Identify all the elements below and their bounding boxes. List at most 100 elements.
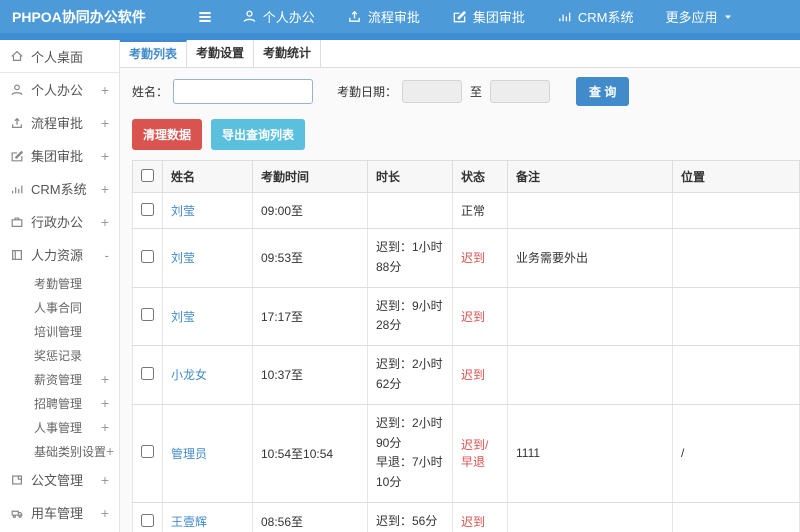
chart-icon xyxy=(12,185,23,193)
note-cell xyxy=(507,501,673,532)
note-cell xyxy=(507,345,673,405)
employee-name-link[interactable]: 刘莹 xyxy=(171,204,195,218)
sidebar-item-label: 个人办公 xyxy=(31,83,84,98)
status-cell: 迟到 xyxy=(452,345,508,405)
top-header: PHPOA协同办公软件 个人办公 流程审批 集团审批 CRM系统 更多应用 xyxy=(0,0,800,40)
action-buttons: 清理数据 导出查询列表 xyxy=(120,115,800,160)
expand-toggle[interactable]: + xyxy=(101,82,109,98)
note-cell xyxy=(507,286,673,347)
expand-toggle[interactable]: + xyxy=(101,472,109,488)
sidebar-item-label: 人力资源 xyxy=(31,248,84,263)
share-icon xyxy=(348,10,360,22)
row-checkbox[interactable] xyxy=(141,366,154,380)
search-button[interactable]: 查 询 xyxy=(576,77,630,106)
status-cell: 迟到/早退 xyxy=(452,403,508,503)
status-badge: 迟到 xyxy=(461,515,486,530)
duration-line: 迟到：2小时62分 xyxy=(376,357,443,391)
sidebar-item-personal-office[interactable]: 个人办公 + xyxy=(0,73,119,106)
sidebar-item-label: 培训管理 xyxy=(34,324,83,339)
sidebar-item-personal-desktop[interactable]: 个人桌面 xyxy=(0,40,119,73)
row-checkbox[interactable] xyxy=(141,308,154,322)
duration-cell: 迟到：2小时62分 xyxy=(367,345,453,405)
name-cell: 小龙女 xyxy=(162,345,253,405)
sidebar-item-training-mgmt[interactable]: 培训管理 xyxy=(0,319,119,343)
filter-form: 姓名： 考勤日期： 至 查 询 xyxy=(120,68,800,115)
menu-toggle-button[interactable] xyxy=(196,8,214,26)
sidebar: 个人桌面 个人办公 + 流程审批 + 集团审批 + CRM系统 + 行政办公 + 人力资源 - 考勤管理人… xyxy=(0,40,120,532)
time-cell: 10:37至 xyxy=(252,345,368,405)
expand-toggle[interactable]: + xyxy=(101,505,109,521)
expand-toggle[interactable]: - xyxy=(104,247,109,263)
sidebar-item-personnel-mgmt[interactable]: 人事管理 + xyxy=(0,415,119,439)
topnav-workflow-approval[interactable]: 流程审批 xyxy=(347,7,420,26)
time-cell: 09:53至 xyxy=(252,228,368,288)
topnav-group-approval[interactable]: 集团审批 xyxy=(452,7,525,26)
sidebar-item-human-resources[interactable]: 人力资源 - xyxy=(0,238,119,271)
row-checkbox[interactable] xyxy=(141,513,154,527)
employee-name-link[interactable]: 刘莹 xyxy=(171,251,195,265)
row-checkbox[interactable] xyxy=(141,202,154,216)
edit-icon xyxy=(11,150,24,161)
sidebar-item-attendance-mgmt[interactable]: 考勤管理 xyxy=(0,271,119,295)
top-navigation: 个人办公 流程审批 集团审批 CRM系统 更多应用 xyxy=(242,7,773,26)
date-to-input[interactable] xyxy=(490,80,551,103)
time-cell: 17:17至 xyxy=(252,286,368,347)
topnav-more-apps[interactable]: 更多应用 xyxy=(665,7,740,26)
sidebar-item-vehicle-mgmt[interactable]: 用车管理 + xyxy=(0,496,119,529)
expand-toggle[interactable]: + xyxy=(106,443,114,459)
expand-toggle[interactable]: + xyxy=(101,395,109,411)
column-header: 位置 xyxy=(672,160,800,193)
tab-attendance-setup[interactable]: 考勤设置 xyxy=(187,40,254,67)
location-cell xyxy=(672,345,800,405)
chart-icon xyxy=(559,12,571,22)
expand-toggle[interactable]: + xyxy=(101,214,109,230)
expand-toggle[interactable]: + xyxy=(101,371,109,387)
time-cell: 10:54至10:54 xyxy=(252,403,368,503)
hamburger-icon xyxy=(199,11,211,22)
sidebar-item-salary-mgmt[interactable]: 薪资管理 + xyxy=(0,367,119,391)
sidebar-item-group-approval[interactable]: 集团审批 + xyxy=(0,139,119,172)
row-checkbox[interactable] xyxy=(141,249,154,263)
status-badge: 迟到 xyxy=(461,368,486,383)
employee-name-link[interactable]: 刘莹 xyxy=(171,310,195,324)
employee-name-link[interactable]: 王壹辉 xyxy=(171,515,207,529)
expand-toggle[interactable]: + xyxy=(101,181,109,197)
sidebar-item-label: CRM系统 xyxy=(31,182,87,197)
export-list-button[interactable]: 导出查询列表 xyxy=(211,119,306,150)
clean-data-button[interactable]: 清理数据 xyxy=(132,119,203,150)
name-input[interactable] xyxy=(173,79,314,104)
tab-attendance-list[interactable]: 考勤列表 xyxy=(120,40,187,67)
tab-bar: 考勤列表 考勤设置 考勤统计 xyxy=(120,40,800,68)
duration-line: 早退：7小时10分 xyxy=(376,455,443,490)
expand-toggle[interactable]: + xyxy=(101,419,109,435)
select-all-checkbox[interactable] xyxy=(141,168,154,182)
tab-attendance-stats[interactable]: 考勤统计 xyxy=(254,40,321,67)
sidebar-item-document-mgmt[interactable]: 公文管理 + xyxy=(0,463,119,496)
expand-toggle[interactable]: + xyxy=(101,148,109,164)
date-field-label: 考勤日期： xyxy=(337,85,398,99)
row-checkbox[interactable] xyxy=(141,445,154,459)
sidebar-item-base-category[interactable]: 基础类别设置 + xyxy=(0,439,119,463)
note-cell: 业务需要外出 xyxy=(507,228,673,288)
sidebar-item-label: 人事合同 xyxy=(34,300,83,315)
topnav-crm-system[interactable]: CRM系统 xyxy=(557,7,633,26)
table-row: 刘莹 09:00至 正常 xyxy=(132,192,800,229)
duration-cell: 迟到：2小时90分 早退：7小时10分 xyxy=(367,403,453,503)
sidebar-item-recruit-mgmt[interactable]: 招聘管理 + xyxy=(0,391,119,415)
sidebar-item-crm-system[interactable]: CRM系统 + xyxy=(0,172,119,205)
date-from-input[interactable] xyxy=(402,80,463,103)
note-cell: 1111 xyxy=(507,403,673,503)
employee-name-link[interactable]: 小龙女 xyxy=(171,368,207,382)
employee-name-link[interactable]: 管理员 xyxy=(171,447,207,461)
status-badge: 迟到 xyxy=(461,251,486,266)
status-badge: 迟到/早退 xyxy=(461,438,489,470)
sidebar-item-hr-contract[interactable]: 人事合同 xyxy=(0,295,119,319)
status-cell: 迟到 xyxy=(452,501,508,532)
edit-icon xyxy=(453,10,466,23)
location-cell: / xyxy=(672,403,800,503)
sidebar-item-reward-records[interactable]: 奖惩记录 xyxy=(0,343,119,367)
sidebar-item-workflow-approval[interactable]: 流程审批 + xyxy=(0,106,119,139)
sidebar-item-admin-office[interactable]: 行政办公 + xyxy=(0,205,119,238)
topnav-personal-office[interactable]: 个人办公 xyxy=(242,7,315,26)
expand-toggle[interactable]: + xyxy=(101,115,109,131)
